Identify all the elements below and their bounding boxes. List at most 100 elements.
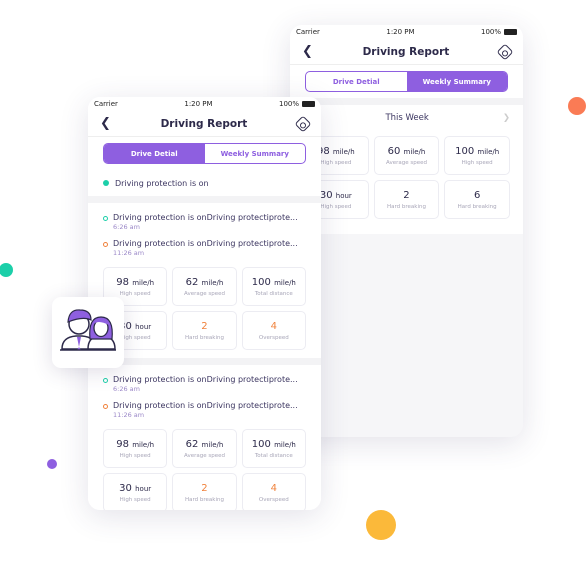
stat-card: 4 Overspeed — [241, 473, 306, 510]
stat-number: 4 — [270, 320, 278, 332]
protection-status: Driving protection is on — [88, 170, 321, 196]
stat-unit: mile/h — [332, 147, 355, 156]
stat-number: 30 — [119, 482, 132, 494]
stat-number: 100 — [455, 145, 475, 157]
timeline-event[interactable]: Driving protection is onDriving protecti… — [103, 213, 306, 231]
stat-number: 4 — [270, 482, 278, 494]
tab-weekly-summary[interactable]: Weekly Summary — [406, 72, 507, 91]
stat-value: 100 mile/h — [455, 146, 499, 157]
stats-grid: 98 mile/h High speed 62 mile/h Average spee… — [103, 267, 306, 350]
stat-label: Average speed — [386, 159, 427, 166]
decor-dot-yellow — [366, 510, 396, 540]
clock: 1:20 PM — [184, 100, 213, 108]
stat-label: Average speed — [184, 290, 225, 297]
page-title: Driving Report — [160, 117, 248, 130]
stat-card: 2 Hard breaking — [373, 180, 440, 219]
stat-card: 100 mile/h Total distance — [241, 429, 306, 468]
stat-value: 98 mile/h — [116, 277, 154, 288]
stat-card: 30 hour High speed — [103, 473, 168, 510]
settings-gear-icon[interactable] — [496, 43, 514, 60]
stat-value: 98 mile/h — [116, 439, 154, 450]
stat-number: 98 — [116, 276, 130, 288]
stat-number: 100 — [251, 276, 271, 288]
stat-unit: mile/h — [132, 278, 155, 287]
battery-level: 100% — [480, 28, 501, 36]
timeline-event[interactable]: Driving protection is onDriving protecti… — [103, 375, 306, 393]
event-time: 11:26 am — [113, 249, 145, 257]
battery-icon — [302, 101, 315, 107]
stat-label: High speed — [119, 290, 151, 297]
stat-label: Hard breaking — [184, 334, 224, 341]
stat-value: 4 — [271, 321, 277, 332]
stats-grid: 98 mile/h High speed 62 mile/h Average spee… — [103, 429, 306, 510]
stat-unit: mile/h — [132, 440, 155, 449]
stat-value: 98 mile/h — [317, 146, 355, 157]
stat-label: Total distance — [254, 452, 293, 459]
event-text: Driving protection is onDriving protecti… — [113, 401, 298, 410]
tab-weekly-summary[interactable]: Weekly Summary — [205, 144, 306, 163]
stat-unit: mile/h — [477, 147, 500, 156]
stat-card: 62 mile/h Average speed — [172, 429, 237, 468]
stat-label: High speed — [119, 496, 151, 503]
stat-value: 100 mile/h — [252, 277, 296, 288]
stat-unit: hour — [135, 322, 152, 331]
decor-dot-purple — [47, 459, 57, 469]
stat-card: 100 mile/h Total distance — [241, 267, 306, 306]
stat-value: 62 mile/h — [186, 277, 224, 288]
status-bar: Carrier 1:20 PM 100% — [290, 25, 523, 39]
stat-number: 62 — [185, 438, 199, 450]
stat-label: High speed — [320, 159, 352, 166]
event-text: Driving protection is onDriving protecti… — [113, 213, 298, 222]
battery-icon — [504, 29, 517, 35]
stat-unit: mile/h — [201, 440, 224, 449]
stat-value: 4 — [271, 483, 277, 494]
stat-value: 2 — [403, 190, 409, 201]
weekly-stats-grid: 98 mile/h High speed 60 mile/h Average spee… — [303, 136, 510, 219]
back-chevron-icon[interactable]: ❮ — [302, 44, 313, 59]
stat-card: 98 mile/h High speed — [103, 429, 168, 468]
stat-unit: mile/h — [403, 147, 426, 156]
page-title: Driving Report — [362, 45, 450, 58]
settings-gear-icon[interactable] — [294, 115, 312, 132]
tab-drive-detail[interactable]: Drive Detial — [306, 72, 407, 91]
next-week-icon[interactable]: ❯ — [503, 113, 510, 123]
stat-number: 98 — [116, 438, 130, 450]
stat-value: 100 mile/h — [252, 439, 296, 450]
timeline-event[interactable]: Driving protection is onDriving protecti… — [103, 239, 306, 257]
segmented-tabs: Drive Detial Weekly Summary — [305, 71, 508, 92]
nav-header: ❮ Driving Report — [290, 39, 523, 65]
stat-label: Hard breaking — [184, 496, 224, 503]
carrier: Carrier — [94, 100, 118, 108]
stat-card: 4 Overspeed — [241, 311, 306, 350]
tab-drive-detail[interactable]: Drive Detial — [104, 144, 205, 163]
decor-dot-coral — [568, 97, 586, 115]
stat-number: 100 — [251, 438, 271, 450]
stat-number: 6 — [473, 189, 481, 201]
stat-value: 30 hour — [320, 190, 352, 201]
timeline-dot-icon — [103, 216, 108, 221]
stat-label: High speed — [119, 334, 151, 341]
stat-card: 100 mile/h High speed — [444, 136, 510, 175]
drive-section: Driving protection is onDriving protecti… — [88, 365, 321, 510]
timeline-dot-icon — [103, 242, 108, 247]
stat-value: 30 hour — [119, 483, 151, 494]
stat-card: 6 Hard breaking — [444, 180, 510, 219]
decor-dot-teal — [0, 263, 13, 277]
stat-card: 2 Hard breaking — [172, 473, 237, 510]
week-label: This Week — [385, 113, 429, 123]
stat-label: High speed — [320, 203, 352, 210]
avatar-card — [52, 297, 124, 368]
timeline-event[interactable]: Driving protection is onDriving protecti… — [103, 401, 306, 419]
battery-level: 100% — [278, 100, 299, 108]
stat-number: 2 — [201, 482, 208, 494]
stat-label: Overspeed — [258, 334, 289, 341]
stat-label: High speed — [119, 452, 151, 459]
event-text: Driving protection is onDriving protecti… — [113, 239, 298, 248]
status-dot-icon — [103, 180, 109, 186]
stat-number: 2 — [201, 320, 208, 332]
back-chevron-icon[interactable]: ❮ — [100, 116, 111, 131]
stat-number: 60 — [387, 145, 401, 157]
timeline-dot-icon — [103, 378, 108, 383]
users-icon — [60, 309, 116, 351]
carrier: Carrier — [296, 28, 320, 36]
